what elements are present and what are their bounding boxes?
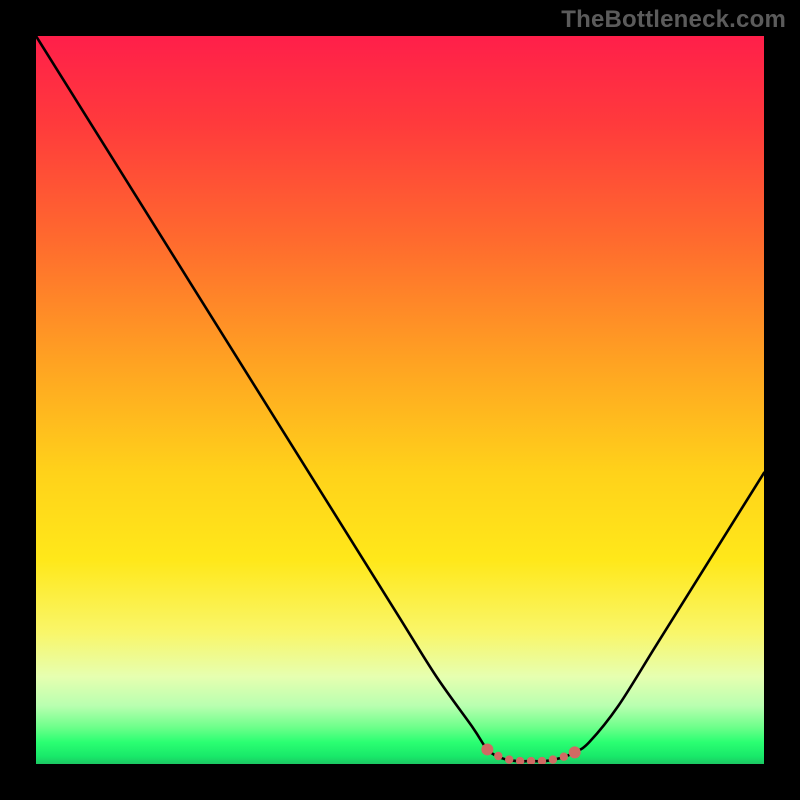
optimal-dot <box>527 757 535 764</box>
optimal-dot <box>549 755 557 763</box>
bottleneck-curve-svg <box>36 36 764 764</box>
optimal-dot <box>538 757 546 764</box>
optimal-dot <box>494 752 502 760</box>
optimal-dot <box>569 746 581 758</box>
optimal-dot <box>516 757 524 764</box>
plot-area <box>36 36 764 764</box>
watermark-text: TheBottleneck.com <box>561 6 786 34</box>
chart-frame: TheBottleneck.com <box>0 0 800 800</box>
optimal-range-dots <box>481 743 580 764</box>
optimal-dot <box>560 753 568 761</box>
optimal-dot <box>481 743 493 755</box>
bottleneck-curve-path <box>36 36 764 761</box>
optimal-dot <box>505 755 513 763</box>
